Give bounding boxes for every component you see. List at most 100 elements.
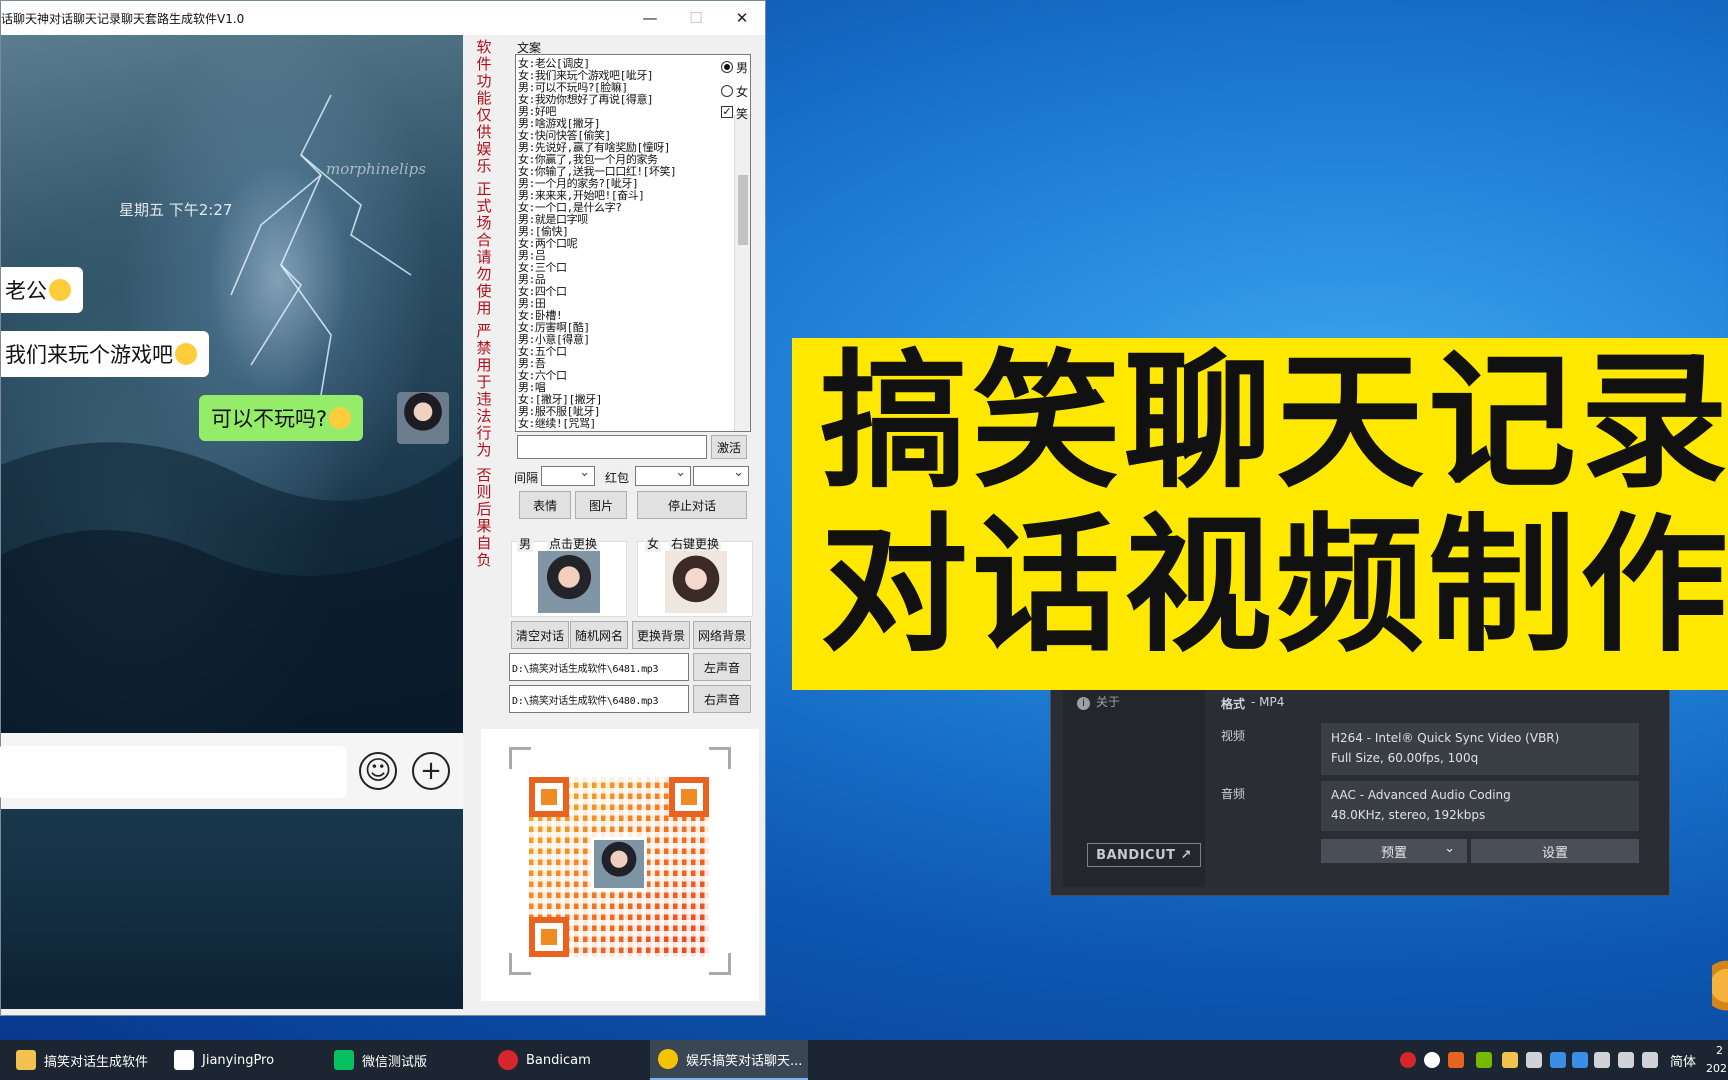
male-radio-label: 男 [736, 61, 749, 75]
ime-indicator[interactable]: 简体 [1670, 1051, 1696, 1070]
qr-finder-icon [669, 777, 709, 817]
taskbar-item[interactable]: Bandicam [490, 1040, 640, 1080]
app-tray-icon[interactable] [1448, 1052, 1464, 1068]
about-label: 关于 [1096, 695, 1121, 709]
female-label: 女 [645, 535, 662, 552]
interval-label: 间隔 [514, 471, 539, 485]
message-text: 我们来玩个游戏吧 [5, 343, 173, 367]
web-background-button[interactable]: 网络背景 [693, 621, 751, 649]
plus-icon[interactable]: + [412, 752, 450, 790]
taskbar-item[interactable]: JianyingPro [166, 1040, 316, 1080]
usb-tray-icon[interactable] [1526, 1052, 1542, 1068]
clock-time[interactable]: 2 [1716, 1044, 1723, 1057]
chat-timestamp: 星期五 下午2:27 [119, 201, 233, 219]
bandicam-icon [498, 1050, 518, 1070]
qr-avatar [591, 837, 647, 891]
taskbar-item[interactable]: 搞笑对话生成软件 [8, 1040, 160, 1080]
grin-emoji-icon [175, 343, 197, 365]
video-settings-box[interactable]: H264 - Intel® Quick Sync Video (VBR) Ful… [1321, 723, 1639, 775]
taskbar-item-label: JianyingPro [202, 1052, 275, 1068]
taskbar-item[interactable]: 微信测试版 [326, 1040, 476, 1080]
watermark-text: morphinelips [326, 160, 426, 178]
chat-bubble-left: 老公 [1, 267, 83, 313]
male-label: 男 [517, 535, 534, 552]
left-audio-path[interactable]: D:\搞笑对话生成软件\6481.mp3 [509, 653, 689, 681]
female-radio[interactable] [721, 85, 733, 97]
stop-dialog-button[interactable]: 停止对话 [637, 491, 747, 519]
blush-emoji-icon [329, 407, 352, 429]
info-icon: i [1077, 697, 1090, 710]
left-audio-button[interactable]: 左声音 [693, 653, 751, 681]
script-line: 女:两个口呢 [518, 237, 578, 250]
redpacket-label: 红包 [605, 471, 630, 485]
laugh-checkbox-label: 笑 [736, 107, 749, 121]
qr-finder-icon [529, 917, 569, 957]
taskbar: 搞笑对话生成软件 JianyingPro 微信测试版 Bandicam 娱乐搞笑… [0, 1040, 1728, 1080]
right-audio-button[interactable]: 右声音 [693, 685, 751, 713]
script-line: 女:六个口 [518, 369, 567, 382]
script-line: 女:三个口 [518, 261, 567, 274]
chat-input[interactable] [0, 746, 347, 798]
laugh-checkbox[interactable]: ✓ [721, 106, 733, 118]
about-menu-item[interactable]: i 关于 [1077, 693, 1120, 710]
interval-select[interactable] [541, 465, 595, 486]
title-bar[interactable]: 话聊天神对话聊天记录聊天套路生成软件V1.0 — ☐ ✕ [1, 1, 765, 35]
male-radio[interactable] [721, 61, 733, 73]
maximize-button[interactable]: ☐ [673, 1, 719, 35]
activate-button[interactable]: 激活 [711, 435, 747, 459]
qr-finder-icon [529, 777, 569, 817]
scan-corner-icon [509, 747, 531, 769]
redpacket-select[interactable] [635, 465, 691, 486]
right-audio-path[interactable]: D:\搞笑对话生成软件\6480.mp3 [509, 685, 689, 713]
clock-date[interactable]: 202 [1706, 1062, 1727, 1075]
scrollbar[interactable] [734, 115, 750, 431]
wink-emoji-icon [49, 279, 71, 301]
audio-params: 48.0KHz, stereo, 192kbps [1331, 808, 1486, 822]
script-line: 女:继续![咒骂] [518, 417, 596, 430]
desktop-pet-icon[interactable] [1712, 960, 1728, 1024]
audio-codec: AAC - Advanced Audio Coding [1331, 788, 1511, 802]
sync-tray-icon[interactable] [1594, 1052, 1610, 1068]
wechat-tray-icon[interactable] [1424, 1052, 1440, 1068]
emoji-button[interactable]: 表情 [519, 491, 571, 519]
taskbar-item-label: 娱乐搞笑对话聊天... [686, 1053, 803, 1069]
nvidia-tray-icon[interactable] [1476, 1052, 1492, 1068]
change-background-button[interactable]: 更换背景 [632, 621, 690, 649]
settings-button[interactable]: 设置 [1471, 839, 1639, 863]
preset-button[interactable]: 预置 ⌄ [1321, 839, 1467, 863]
folder-icon [16, 1050, 36, 1070]
wifi-tray-icon[interactable] [1618, 1052, 1634, 1068]
script-line: 女:四个口 [518, 285, 567, 298]
chat-preview: morphinelips 星期五 下午2:27 老公 我们来玩个游戏吧 可以不玩… [1, 35, 463, 733]
taskbar-item-label: 搞笑对话生成软件 [44, 1054, 149, 1070]
shield-tray-icon[interactable] [1502, 1052, 1518, 1068]
app-icon [658, 1049, 678, 1069]
notice-text: 正式场合请勿使用 [476, 180, 492, 317]
scrollbar-thumb[interactable] [738, 175, 748, 245]
minimize-button[interactable]: — [627, 1, 673, 35]
audio-settings-box[interactable]: AAC - Advanced Audio Coding 48.0KHz, ste… [1321, 781, 1639, 831]
male-change-hint: 点击更换 [547, 535, 600, 552]
record-tray-icon[interactable] [1400, 1052, 1416, 1068]
jianying-icon [174, 1050, 194, 1070]
script-textarea[interactable]: 女:老公[调皮] 女:我们来玩个游戏吧[呲牙] 男:可以不玩吗?[脸嘛] 女:我劝你想… [515, 54, 751, 432]
storm-background [1, 94, 463, 733]
volume-tray-icon[interactable] [1642, 1052, 1658, 1068]
video-label: 视频 [1221, 729, 1246, 743]
clear-dialog-button[interactable]: 清空对话 [511, 621, 569, 649]
taskbar-item-active[interactable]: 娱乐搞笑对话聊天... [650, 1040, 808, 1080]
random-name-button[interactable]: 随机网名 [570, 621, 628, 649]
male-avatar[interactable] [538, 551, 600, 613]
emoji-icon[interactable]: ☺ [359, 752, 397, 790]
audio-label: 音频 [1221, 787, 1246, 801]
activation-code-input[interactable] [517, 435, 707, 459]
window-title: 话聊天神对话聊天记录聊天套路生成软件V1.0 [1, 12, 245, 26]
bluetooth-tray-icon[interactable] [1550, 1052, 1566, 1068]
bandicut-logo[interactable]: BANDICUT ↗ [1087, 843, 1201, 867]
female-avatar[interactable] [665, 551, 727, 613]
redpacket-amount-select[interactable] [693, 465, 749, 486]
image-button[interactable]: 图片 [575, 491, 627, 519]
scan-corner-icon [709, 953, 731, 975]
close-button[interactable]: ✕ [719, 1, 765, 35]
network-tray-icon[interactable] [1572, 1052, 1588, 1068]
